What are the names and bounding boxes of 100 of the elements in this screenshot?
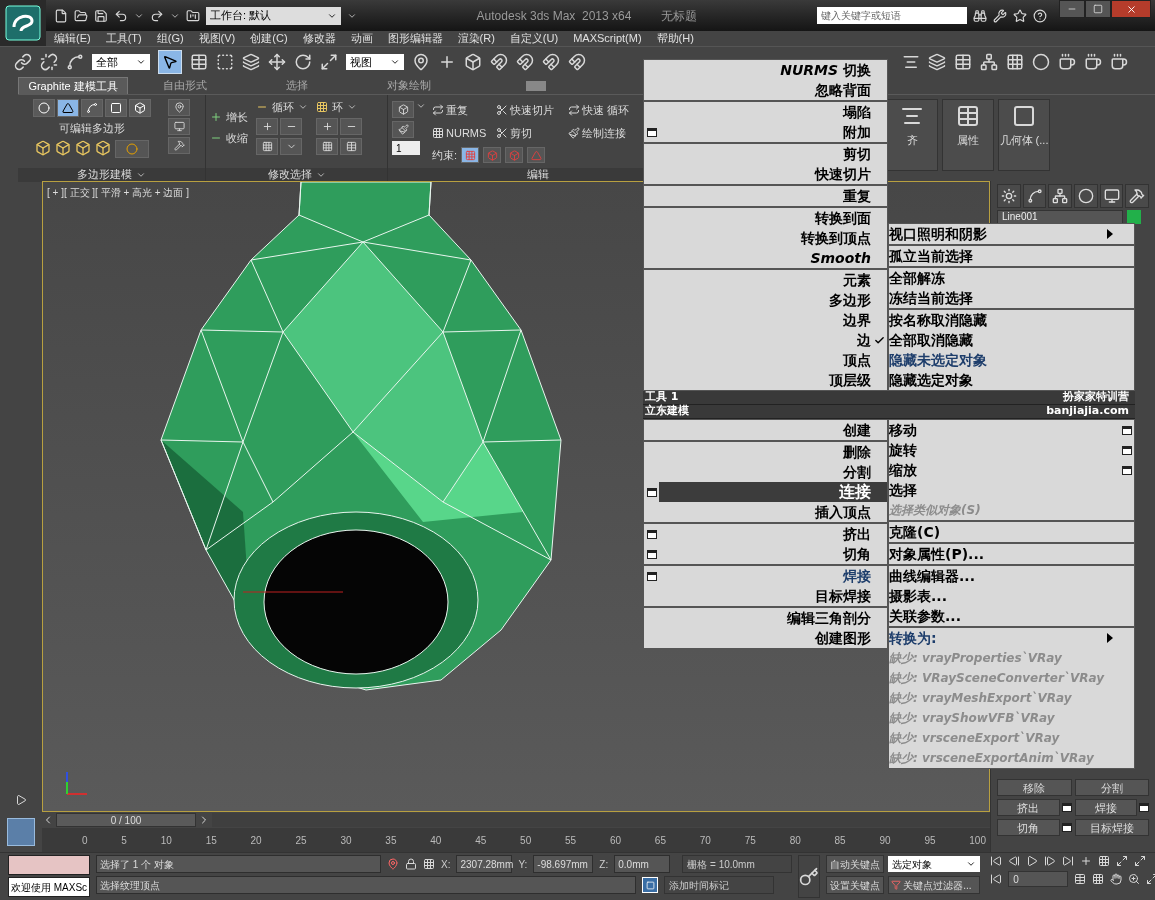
menu-item[interactable]: 边界 (659, 310, 887, 330)
previous-key-icon[interactable] (1008, 855, 1021, 867)
maximize-button[interactable] (1085, 0, 1111, 18)
star-icon[interactable] (1013, 8, 1027, 23)
ribbon-tab[interactable]: Graphite 建模工具 (18, 77, 128, 94)
options-box-icon[interactable] (1139, 803, 1149, 812)
options-box-icon[interactable] (1061, 823, 1072, 832)
viewport-label[interactable]: [ + ][ 正交 ][ 平滑 + 高光 + 边面 ] (47, 185, 189, 200)
menu-bar-item[interactable]: MAXScript(M) (573, 30, 642, 47)
teapot-icon[interactable] (1084, 53, 1102, 71)
menu-item[interactable]: 多边形 (659, 290, 887, 310)
ribbon-tab[interactable]: 对象绘制 (354, 77, 464, 94)
menu-item[interactable]: 元素 (659, 270, 887, 290)
caret-icon[interactable] (298, 102, 308, 112)
tool-icon[interactable] (496, 104, 508, 117)
menu-item[interactable]: 转换到顶点 (659, 228, 887, 248)
help-icon[interactable] (1033, 8, 1047, 23)
options-box-icon[interactable] (646, 127, 657, 137)
select-by-name-icon[interactable] (190, 53, 208, 71)
key-mode-toggle-icon[interactable] (990, 873, 1003, 885)
align-icon[interactable] (902, 53, 920, 71)
zoom-extents-icon[interactable] (1116, 855, 1129, 867)
time-config-icon[interactable] (1074, 873, 1087, 885)
close-button[interactable] (1111, 0, 1151, 18)
options-box-icon[interactable] (1121, 465, 1132, 475)
tool-icon[interactable] (568, 126, 580, 139)
hammer-icon[interactable] (173, 140, 185, 151)
menu-item[interactable]: 切角 (659, 544, 887, 564)
tool-icon[interactable] (496, 126, 508, 139)
menu-item[interactable]: 附加 (659, 122, 887, 142)
key-mode-dropdown[interactable]: 选定对象 (888, 856, 981, 872)
uv-icon[interactable] (397, 104, 409, 115)
listener-output[interactable] (8, 855, 90, 875)
menu-bar-item[interactable]: 工具(T) (105, 30, 142, 47)
undo-icon[interactable] (114, 8, 128, 23)
menu-bar-item[interactable]: 组(G) (156, 30, 184, 47)
key-icon[interactable] (799, 866, 820, 887)
menu-bar-item[interactable]: 视图(V) (198, 30, 236, 47)
auto-key-button[interactable]: 自动关键点 (826, 855, 885, 873)
subobject-level-icon[interactable] (62, 102, 74, 114)
tool-icon[interactable] (568, 104, 580, 117)
object-color-swatch[interactable] (1127, 210, 1141, 224)
menu-item[interactable]: 顶层级 (659, 370, 887, 390)
set-key-button[interactable]: 设置关键点 (826, 876, 885, 894)
unlink-icon[interactable] (40, 53, 58, 71)
edit-tool-button[interactable]: 快速切片 (496, 102, 554, 119)
brush-icon[interactable] (397, 124, 409, 135)
isolate-pin-icon[interactable] (387, 858, 399, 870)
timeline-ruler[interactable]: 0 5 10 15 20 25 30 35 40 45 50 55 60 65 70 75 80 85 90 95 100 (42, 828, 990, 852)
redo-icon[interactable] (150, 8, 164, 23)
ribbon-large-button[interactable]: 齐 (886, 99, 938, 171)
maximize-viewport-icon[interactable] (1146, 873, 1155, 885)
layer-icon[interactable] (928, 53, 946, 71)
tool-icon[interactable] (432, 126, 444, 139)
edit-tool-button[interactable]: 快速 循环 (568, 102, 630, 119)
options-box-icon[interactable] (1061, 803, 1072, 812)
time-tag-field[interactable]: 添加时间标记 (664, 876, 774, 894)
command-button[interactable]: 目标焊接 (1074, 819, 1149, 836)
menu-item[interactable]: 连接 (659, 482, 887, 502)
options-box-icon[interactable] (1121, 445, 1132, 455)
timeline-track[interactable] (212, 813, 990, 827)
ring-button[interactable]: 环 (316, 99, 362, 115)
panel-tool-icon[interactable] (956, 104, 980, 128)
select-cursor-icon[interactable] (162, 54, 178, 70)
menu-item[interactable]: 剪切 (659, 144, 887, 164)
menu-item[interactable]: 边 (659, 330, 887, 350)
pan-icon[interactable] (1110, 873, 1123, 885)
plus-icon[interactable] (261, 121, 273, 132)
wrench-icon[interactable] (993, 8, 1007, 23)
teapot-icon[interactable] (1110, 53, 1128, 71)
maximize-icon[interactable] (1093, 4, 1103, 14)
next-key-icon[interactable] (1044, 855, 1057, 867)
command-tab-icon[interactable] (1052, 188, 1069, 204)
move-icon[interactable] (268, 53, 286, 71)
ring-grow-button[interactable] (316, 118, 338, 135)
menu-item[interactable]: Smooth (659, 248, 887, 268)
command-tab-icon[interactable] (1103, 188, 1120, 204)
menu-item[interactable]: 创建 (659, 420, 887, 440)
selection-info-field[interactable]: 选择了 1 个 对象 (96, 855, 381, 873)
search-field[interactable]: 键入关键字或短语 (817, 7, 967, 24)
command-button[interactable]: 分割 (1074, 779, 1149, 796)
link-icon[interactable] (14, 53, 32, 71)
shrink-button[interactable]: 收缩 (210, 129, 248, 146)
command-button[interactable]: 切角 (997, 819, 1060, 836)
menu-item[interactable]: NURMS 切换 (659, 60, 887, 80)
menu-item[interactable]: 重复 (659, 186, 887, 206)
prompt-field[interactable]: 选择纹理顶点 (96, 876, 636, 894)
menu-item[interactable]: 编辑三角剖分 (659, 608, 887, 628)
menu-item[interactable]: 忽略背面 (659, 80, 887, 100)
menu-item[interactable]: 转换到面 (659, 208, 887, 228)
edit-tool-button[interactable]: 剪切 (496, 124, 532, 141)
menu-bar-item[interactable]: 编辑(E) (54, 30, 91, 47)
menu-bar-item[interactable]: 修改器 (302, 30, 336, 47)
subobject-level-icon[interactable] (86, 102, 98, 114)
selection-lock-icon[interactable] (405, 858, 417, 870)
menu-bar-item[interactable]: 帮助(H) (656, 30, 694, 47)
options-box-icon[interactable] (1121, 425, 1132, 435)
grow-icon[interactable] (210, 111, 222, 124)
teapot-icon[interactable] (1058, 53, 1076, 71)
ribbon-large-button[interactable]: 几何体 (... (998, 99, 1050, 171)
